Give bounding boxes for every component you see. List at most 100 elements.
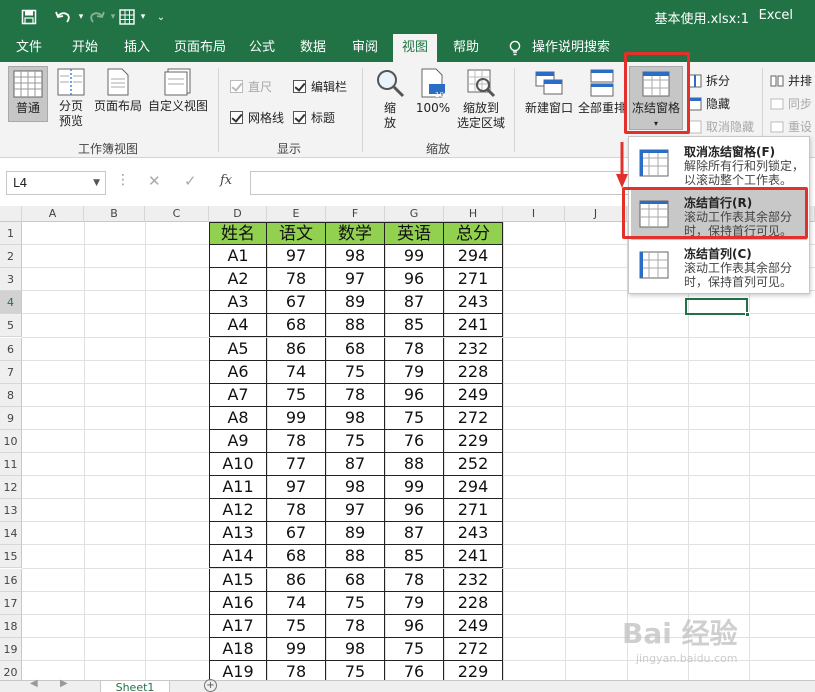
insert-function-icon[interactable]: fx <box>220 173 232 188</box>
table-cell[interactable]: 78 <box>267 660 326 680</box>
tab-file[interactable]: 文件 <box>8 34 50 62</box>
row-header-6[interactable]: 6 <box>0 337 22 361</box>
table-cell[interactable]: 97 <box>267 245 326 269</box>
unhide-button[interactable]: 取消隐藏 <box>688 118 754 135</box>
table-cell[interactable]: 67 <box>267 291 326 315</box>
save-icon[interactable] <box>18 7 40 27</box>
table-cell[interactable]: 87 <box>385 291 444 315</box>
normal-view-button[interactable]: 普通 <box>8 66 48 122</box>
table-cell[interactable]: 241 <box>444 545 503 569</box>
table-header-cell[interactable]: 英语 <box>385 222 444 246</box>
freeze-first-column-item[interactable]: 冻结首列(C) 滚动工作表其余部分时，保持首列可见。 <box>631 241 807 291</box>
table-cell[interactable]: 75 <box>326 429 385 453</box>
table-cell[interactable]: 96 <box>385 499 444 523</box>
tab-insert[interactable]: 插入 <box>116 34 158 62</box>
table-cell[interactable]: 252 <box>444 453 503 477</box>
column-header-E[interactable]: E <box>267 206 326 222</box>
table-cell[interactable]: 78 <box>326 383 385 407</box>
table-cell[interactable]: A14 <box>209 545 267 569</box>
table-cell[interactable]: 98 <box>326 637 385 661</box>
row-header-9[interactable]: 9 <box>0 406 22 430</box>
table-header-cell[interactable]: 总分 <box>444 222 503 246</box>
row-header-14[interactable]: 14 <box>0 522 22 546</box>
table-cell[interactable]: 79 <box>385 591 444 615</box>
table-cell[interactable]: 68 <box>267 545 326 569</box>
table-cell[interactable]: 78 <box>267 429 326 453</box>
table-cell[interactable]: 99 <box>267 637 326 661</box>
table-cell[interactable]: 294 <box>444 245 503 269</box>
table-cell[interactable]: A18 <box>209 637 267 661</box>
undo-icon[interactable] <box>50 7 76 27</box>
enter-check-icon[interactable]: ✓ <box>184 172 197 190</box>
row-header-3[interactable]: 3 <box>0 268 22 292</box>
table-cell[interactable]: A5 <box>209 337 267 361</box>
table-cell[interactable]: A19 <box>209 660 267 680</box>
table-header-cell[interactable]: 姓名 <box>209 222 267 246</box>
table-cell[interactable]: 243 <box>444 522 503 546</box>
row-header-2[interactable]: 2 <box>0 245 22 269</box>
row-header-1[interactable]: 1 <box>0 222 22 246</box>
row-header-17[interactable]: 17 <box>0 591 22 615</box>
table-cell[interactable]: 75 <box>326 591 385 615</box>
table-cell[interactable]: 87 <box>326 453 385 477</box>
table-cell[interactable]: 271 <box>444 499 503 523</box>
tell-me-search[interactable]: 操作说明搜索 <box>532 34 610 62</box>
table-cell[interactable]: 96 <box>385 614 444 638</box>
table-cell[interactable]: 75 <box>267 614 326 638</box>
custom-views-button[interactable]: 自定义视图 <box>146 68 210 114</box>
zoom-100-button[interactable]: 100 100% <box>412 68 454 116</box>
customize-toolbar-icon[interactable]: ⌄ <box>154 7 168 27</box>
row-header-4[interactable]: 4 <box>0 291 22 315</box>
row-header-10[interactable]: 10 <box>0 429 22 453</box>
table-cell[interactable]: 96 <box>385 268 444 292</box>
table-cell[interactable]: 271 <box>444 268 503 292</box>
table-cell[interactable]: A10 <box>209 453 267 477</box>
lightbulb-icon[interactable] <box>508 34 522 62</box>
table-cell[interactable]: 88 <box>385 453 444 477</box>
table-cell[interactable]: A4 <box>209 314 267 338</box>
redo-icon[interactable] <box>86 7 108 27</box>
page-break-preview-button[interactable]: 分页 预览 <box>52 68 90 129</box>
table-cell[interactable]: 78 <box>385 337 444 361</box>
row-header-16[interactable]: 16 <box>0 568 22 592</box>
table-cell[interactable]: 75 <box>326 360 385 384</box>
reset-position-button[interactable]: 重设 <box>770 118 812 135</box>
column-header-D[interactable]: D <box>209 206 267 222</box>
table-cell[interactable]: 78 <box>267 499 326 523</box>
table-cell[interactable]: 97 <box>326 499 385 523</box>
table-cell[interactable]: A6 <box>209 360 267 384</box>
page-layout-view-button[interactable]: 页面布局 <box>92 68 144 114</box>
table-cell[interactable]: A8 <box>209 406 267 430</box>
table-cell[interactable]: 97 <box>326 268 385 292</box>
table-cell[interactable]: 79 <box>385 360 444 384</box>
formula-input[interactable] <box>250 171 630 195</box>
table-cell[interactable]: 88 <box>326 545 385 569</box>
column-header-J[interactable]: J <box>565 206 627 222</box>
table-cell[interactable]: 75 <box>385 637 444 661</box>
column-header-I[interactable]: I <box>503 206 565 222</box>
table-cell[interactable]: 249 <box>444 383 503 407</box>
table-cell[interactable]: 89 <box>326 522 385 546</box>
column-header-C[interactable]: C <box>145 206 209 222</box>
table-cell[interactable]: 75 <box>267 383 326 407</box>
table-dropdown-icon[interactable]: ▾ <box>138 7 148 27</box>
table-cell[interactable]: 68 <box>326 568 385 592</box>
table-header-cell[interactable]: 数学 <box>326 222 385 246</box>
cancel-icon[interactable]: ✕ <box>148 172 161 190</box>
name-box-dropdown-icon[interactable]: ▼ <box>93 172 100 194</box>
prev-sheet-icon[interactable]: ◀ <box>30 678 38 689</box>
table-cell[interactable]: 76 <box>385 660 444 680</box>
zoom-to-selection-button[interactable]: 缩放到 选定区域 <box>454 68 508 131</box>
row-header-12[interactable]: 12 <box>0 476 22 500</box>
table-cell[interactable]: 241 <box>444 314 503 338</box>
row-header-18[interactable]: 18 <box>0 614 22 638</box>
table-cell[interactable]: 294 <box>444 476 503 500</box>
table-cell[interactable]: 68 <box>267 314 326 338</box>
table-cell[interactable]: 74 <box>267 360 326 384</box>
table-cell[interactable]: 228 <box>444 360 503 384</box>
table-cell[interactable]: 97 <box>267 476 326 500</box>
column-header-A[interactable]: A <box>22 206 84 222</box>
row-header-20[interactable]: 20 <box>0 660 22 680</box>
tab-help[interactable]: 帮助 <box>445 34 487 62</box>
table-cell[interactable]: 99 <box>267 406 326 430</box>
